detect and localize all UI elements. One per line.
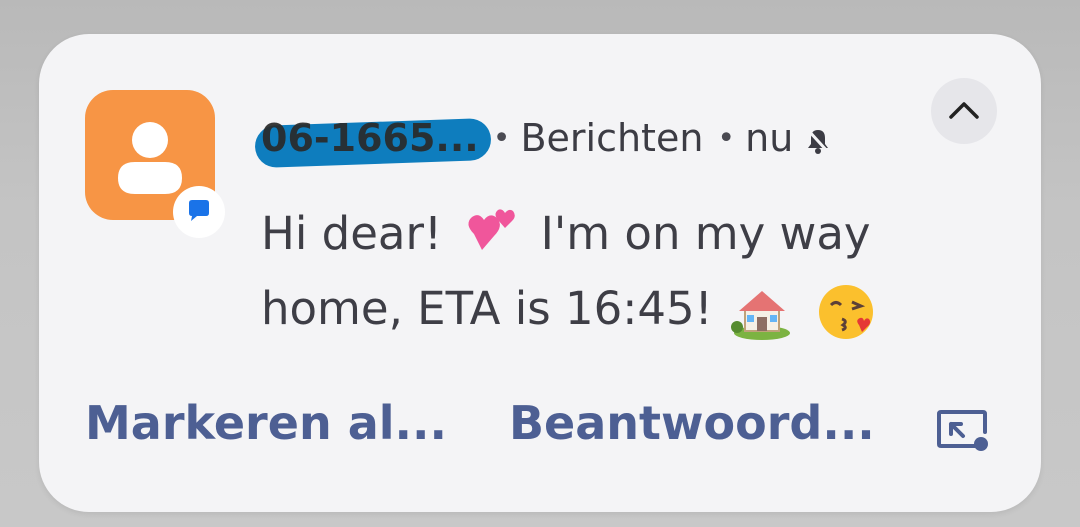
separator-dot: • xyxy=(717,120,736,156)
silent-bell-icon xyxy=(807,128,830,154)
message-text-part: I'm on my way xyxy=(540,207,871,260)
collapse-button[interactable] xyxy=(931,78,997,144)
two-hearts-emoji xyxy=(468,209,516,250)
timestamp: nu xyxy=(745,116,794,160)
expand-to-window-icon[interactable] xyxy=(935,406,991,454)
sender-name: 06-1665... xyxy=(254,116,492,169)
house-with-garden-emoji xyxy=(730,291,790,340)
reply-button[interactable]: Beantwoord... xyxy=(509,396,875,450)
notification-card[interactable]: 06-1665... • Berichten • nu Hi dear! I'm… xyxy=(39,34,1041,512)
message-text-part: Hi dear! xyxy=(261,207,443,260)
chevron-up-icon xyxy=(949,102,979,119)
notification-header: 06-1665... • Berichten • nu xyxy=(254,110,831,169)
mark-as-read-button[interactable]: Markeren al... xyxy=(85,396,447,450)
separator-dot: • xyxy=(492,120,511,156)
app-name: Berichten xyxy=(520,116,704,160)
messages-app-badge xyxy=(173,186,225,238)
message-body: Hi dear! I'm on my way home, ETA is 16:4… xyxy=(261,196,961,346)
message-text-part: home, ETA is 16:45! xyxy=(261,282,713,335)
messages-badge-icon xyxy=(189,200,209,221)
face-blowing-kiss-emoji xyxy=(819,285,874,339)
